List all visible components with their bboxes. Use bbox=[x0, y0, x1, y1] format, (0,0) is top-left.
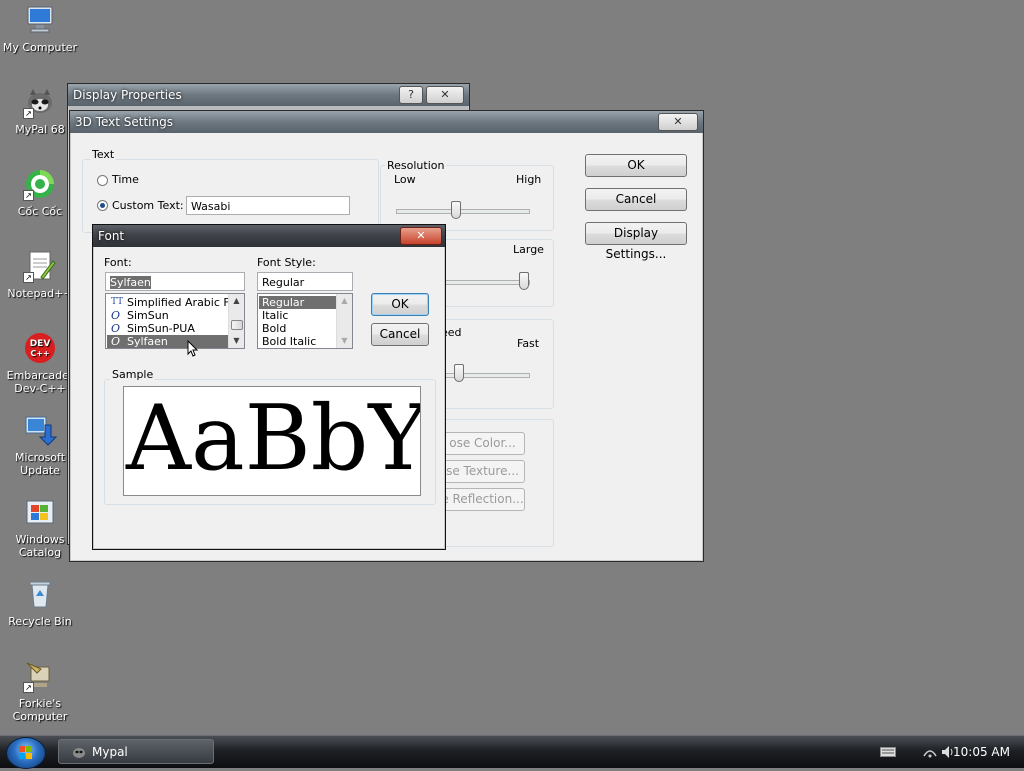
taskbar: Mypal 10:05 AM bbox=[0, 735, 1024, 769]
start-button[interactable] bbox=[6, 737, 46, 769]
list-item[interactable]: Italic bbox=[259, 309, 336, 322]
font-label: Font: bbox=[104, 256, 132, 269]
list-item[interactable]: O SimSun-PUA bbox=[107, 322, 228, 335]
list-item-selected[interactable]: Regular bbox=[259, 296, 336, 309]
mouse-cursor-icon bbox=[187, 340, 199, 357]
opentype-font-icon: O bbox=[111, 309, 121, 322]
shortcut-arrow-icon: ↗ bbox=[23, 272, 34, 283]
clock[interactable]: 10:05 AM bbox=[953, 736, 1010, 768]
cancel-button[interactable]: Cancel bbox=[585, 188, 687, 211]
resolution-slider-thumb[interactable] bbox=[451, 201, 461, 219]
choose-texture-button[interactable]: se Texture... bbox=[440, 460, 525, 483]
resolution-group-label: Resolution bbox=[385, 159, 447, 172]
resolution-high-label: High bbox=[516, 173, 542, 186]
sample-preview: AaBbYy bbox=[123, 386, 421, 496]
sample-text: AaBbYy bbox=[126, 386, 420, 491]
close-button[interactable]: ✕ bbox=[426, 86, 464, 104]
shortcut-arrow-icon: ↗ bbox=[23, 190, 34, 201]
network-icon[interactable] bbox=[922, 744, 938, 760]
speed-fast-label: Fast bbox=[517, 337, 540, 350]
font-item-label: SimSun bbox=[127, 309, 169, 322]
taskbar-item-mypal[interactable]: Mypal bbox=[58, 739, 214, 764]
desktop-icon-forkies-computer[interactable]: ↗ Forkie's Computer bbox=[1, 659, 79, 723]
font-style-label: Font Style: bbox=[257, 256, 316, 269]
scroll-up-arrow-icon[interactable]: ▲ bbox=[229, 294, 244, 308]
opentype-font-icon: O bbox=[111, 335, 121, 348]
desktop-icon-label-line1: Forkie's bbox=[18, 697, 62, 710]
font-item-label: SimSun-PUA bbox=[127, 322, 195, 335]
dev-cpp-icon: DEV C++ bbox=[23, 331, 57, 365]
shortcut-arrow-icon: ↗ bbox=[23, 682, 34, 693]
raccoon-icon: ↗ bbox=[23, 85, 57, 119]
window-title: 3D Text Settings bbox=[75, 115, 173, 129]
size-large-label: Large bbox=[513, 243, 544, 256]
cancel-button[interactable]: Cancel bbox=[371, 323, 429, 346]
svg-text:DEV: DEV bbox=[30, 339, 51, 349]
ok-button[interactable]: OK bbox=[371, 293, 429, 316]
font-dialog-titlebar[interactable]: Font bbox=[93, 225, 445, 247]
scroll-up-arrow-icon[interactable]: ▲ bbox=[337, 294, 352, 308]
font-item-label: Simplified Arabic Fixed bbox=[127, 296, 228, 309]
windows-logo-icon bbox=[19, 746, 32, 759]
list-item-selected[interactable]: O Sylfaen bbox=[107, 335, 228, 348]
raccoon-icon bbox=[73, 748, 85, 758]
desktop-icon-recycle-bin[interactable]: Recycle Bin bbox=[1, 577, 79, 628]
desktop-icon-label-line2: Catalog bbox=[18, 546, 62, 559]
font-style-list[interactable]: Regular Italic Bold Bold Italic ▲ ▼ bbox=[257, 293, 353, 349]
font-list[interactable]: TT Simplified Arabic Fixed O SimSun O Si… bbox=[105, 293, 245, 349]
font-item-label: Sylfaen bbox=[127, 335, 168, 348]
custom-text-input[interactable]: Wasabi bbox=[186, 196, 350, 215]
font-name-value: Sylfaen bbox=[110, 276, 151, 289]
desktop-icon-label: My Computer bbox=[2, 41, 78, 54]
list-item[interactable]: Bold Italic bbox=[259, 335, 336, 348]
windows-catalog-icon bbox=[23, 495, 57, 529]
notepad-plus-plus-icon: ↗ bbox=[23, 249, 57, 283]
window-title: Font bbox=[98, 229, 125, 243]
time-label: Time bbox=[112, 173, 139, 186]
time-radio[interactable] bbox=[97, 175, 108, 186]
keyboard-icon[interactable] bbox=[880, 747, 896, 757]
text-group-label: Text bbox=[90, 148, 117, 161]
close-button[interactable]: ✕ bbox=[400, 227, 442, 245]
list-item[interactable]: TT Simplified Arabic Fixed bbox=[107, 296, 228, 309]
coccoc-browser-icon: ↗ bbox=[23, 167, 57, 201]
custom-text-radio[interactable] bbox=[97, 200, 108, 211]
text-settings-titlebar[interactable]: 3D Text Settings bbox=[70, 111, 703, 133]
help-button[interactable]: ? bbox=[399, 86, 423, 104]
scroll-down-arrow-icon[interactable]: ▼ bbox=[337, 334, 352, 348]
resolution-slider-track bbox=[396, 209, 530, 214]
close-button[interactable]: ✕ bbox=[658, 113, 698, 131]
scroll-thumb[interactable] bbox=[231, 320, 243, 330]
choose-color-button[interactable]: ose Color... bbox=[440, 432, 525, 455]
window-title: Display Properties bbox=[73, 88, 182, 102]
computer-icon bbox=[23, 3, 57, 37]
size-slider-thumb[interactable] bbox=[519, 272, 529, 290]
font-list-scrollbar[interactable]: ▲ ▼ bbox=[228, 294, 244, 348]
sample-group-label: Sample bbox=[110, 368, 156, 381]
shortcut-arrow-icon: ↗ bbox=[23, 108, 34, 119]
custom-text-label: Custom Text: bbox=[112, 199, 184, 212]
choose-reflection-button[interactable]: e Reflection... bbox=[440, 488, 525, 511]
list-item[interactable]: O SimSun bbox=[107, 309, 228, 322]
desktop-icon-label-line2: Computer bbox=[12, 710, 68, 723]
font-dialog: Font ✕ Font: Sylfaen TT Simplified Arabi… bbox=[92, 224, 446, 550]
recycle-bin-icon bbox=[23, 577, 57, 611]
speed-slider-thumb[interactable] bbox=[454, 364, 464, 382]
truetype-font-icon: TT bbox=[111, 297, 124, 307]
list-item[interactable]: Bold bbox=[259, 322, 336, 335]
scroll-down-arrow-icon[interactable]: ▼ bbox=[229, 334, 244, 348]
style-list-scrollbar[interactable]: ▲ ▼ bbox=[336, 294, 352, 348]
desktop-icon-my-computer[interactable]: My Computer bbox=[1, 3, 79, 54]
opentype-font-icon: O bbox=[111, 322, 121, 335]
taskbar-item-label: Mypal bbox=[92, 745, 128, 759]
font-style-input[interactable]: Regular bbox=[257, 272, 353, 291]
resolution-low-label: Low bbox=[394, 173, 416, 186]
font-name-input[interactable]: Sylfaen bbox=[105, 272, 245, 291]
forkie-computer-icon: ↗ bbox=[23, 659, 57, 693]
display-settings-button[interactable]: Display Settings... bbox=[585, 222, 687, 261]
ok-button[interactable]: OK bbox=[585, 154, 687, 177]
svg-text:C++: C++ bbox=[30, 349, 49, 358]
desktop-icon-label: Recycle Bin bbox=[8, 615, 72, 628]
windows-update-icon bbox=[23, 413, 57, 447]
